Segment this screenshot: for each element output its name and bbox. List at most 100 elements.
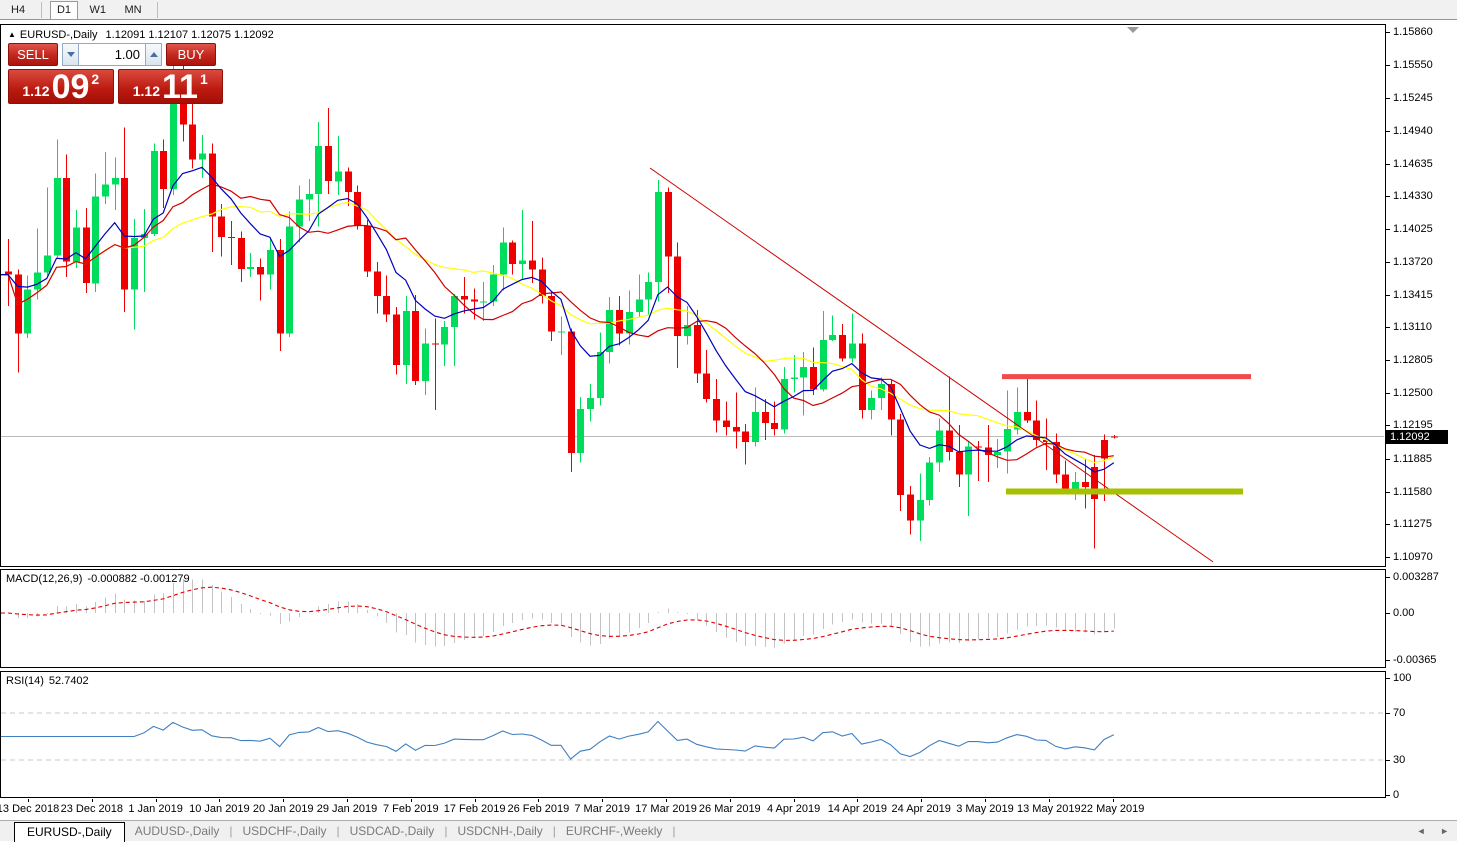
time-axis-tick <box>92 799 93 802</box>
timeframe-toolbar: H4 D1 W1 MN <box>0 0 1457 20</box>
timeframe-button-w1[interactable]: W1 <box>82 1 113 20</box>
rsi-label-row: RSI(14)52.7402 <box>6 675 89 687</box>
candle-body <box>1024 412 1031 421</box>
timeframe-button-h4[interactable]: H4 <box>4 1 32 20</box>
descending-trendline <box>650 168 1213 562</box>
sell-button[interactable]: SELL <box>8 43 58 66</box>
chart-tab-usdcnh-daily[interactable]: USDCNH-,Daily <box>447 821 552 841</box>
chart-tab-usdcad-daily[interactable]: USDCAD-,Daily <box>340 821 445 841</box>
axis-tick <box>1386 327 1390 328</box>
buy-button[interactable]: BUY <box>166 43 216 66</box>
candle-body <box>374 271 381 296</box>
time-axis-label: 4 Apr 2019 <box>767 803 820 815</box>
price-axis-label: 1.12500 <box>1393 387 1433 399</box>
candle-body <box>636 299 643 312</box>
chart-title: EURUSD-,Daily <box>20 29 98 41</box>
timeframe-button-mn[interactable]: MN <box>117 1 148 20</box>
candle-body <box>44 255 51 272</box>
rsi-pane-border <box>1 672 1386 798</box>
price-axis-label: 1.15550 <box>1393 59 1433 71</box>
chart-tabs: EURUSD-,DailyAUDUSD-,Daily|USDCHF-,Daily… <box>0 821 675 838</box>
macd-pane[interactable]: MACD(12,26,9)-0.000882 -0.001279 <box>0 569 1386 668</box>
candle-body <box>665 192 672 256</box>
chart-tab-bar: EURUSD-,DailyAUDUSD-,Daily|USDCHF-,Daily… <box>0 820 1457 841</box>
candle-body <box>674 256 681 335</box>
candle-body <box>247 267 254 269</box>
candle-body <box>112 178 119 184</box>
price-axis-label: 1.15860 <box>1393 26 1433 38</box>
volume-increase-button[interactable] <box>145 43 162 66</box>
time-axis-tick <box>538 799 539 802</box>
candle-body <box>509 242 516 264</box>
scroll-left-icon[interactable]: ◄ <box>1417 826 1426 836</box>
volume-control <box>62 43 162 66</box>
sell-price-pipette: 2 <box>91 70 99 86</box>
price-axis-label: 1.11885 <box>1393 453 1432 465</box>
time-axis-label: 7 Mar 2019 <box>574 803 630 815</box>
price-chart-canvas[interactable] <box>0 24 1386 567</box>
time-axis-label: 13 May 2019 <box>1017 803 1081 815</box>
timeframe-button-d1[interactable]: D1 <box>50 1 78 20</box>
candle-body <box>257 267 264 275</box>
time-axis-tick <box>283 799 284 802</box>
buy-price-quote[interactable]: 1.12111 <box>118 69 224 104</box>
volume-input[interactable] <box>79 43 145 66</box>
time-axis-tick <box>985 799 986 802</box>
rsi-chart-canvas[interactable] <box>0 671 1386 798</box>
candle-body <box>92 196 99 283</box>
axis-tick <box>1386 295 1390 296</box>
candle-body <box>34 273 41 290</box>
tab-scroll-arrows: ◄ ► <box>1405 826 1449 836</box>
candle-body <box>791 378 798 379</box>
candle-body <box>762 412 769 423</box>
time-axis-label: 10 Jan 2019 <box>189 803 250 815</box>
candle-body <box>1062 474 1069 490</box>
candle-body <box>480 302 487 303</box>
sell-price-quote[interactable]: 1.12092 <box>8 69 114 104</box>
rsi-pane[interactable]: RSI(14)52.7402 <box>0 671 1386 798</box>
chart-tab-eurchf-weekly[interactable]: EURCHF-,Weekly <box>556 821 672 841</box>
time-axis-tick <box>921 799 922 802</box>
price-pane[interactable]: ▲EURUSD-,Daily1.12091 1.12107 1.12075 1.… <box>0 24 1386 567</box>
candle-body <box>73 227 80 261</box>
candle-body <box>335 172 342 182</box>
price-pane-border <box>1 25 1386 567</box>
candle-body <box>723 421 730 427</box>
candle-body <box>897 420 904 495</box>
candle-body <box>422 343 429 381</box>
collapse-arrow-icon[interactable]: ▲ <box>8 30 16 39</box>
chart-tab-audusd-daily[interactable]: AUDUSD-,Daily <box>125 821 230 841</box>
scroll-right-icon[interactable]: ► <box>1440 826 1449 836</box>
candle-body <box>907 495 914 521</box>
candle-body <box>199 153 206 159</box>
candle-body <box>597 352 604 398</box>
chart-tab-eurusd-daily[interactable]: EURUSD-,Daily <box>14 822 125 842</box>
chart-shift-marker-icon <box>1127 27 1139 33</box>
price-axis-label: 1.10970 <box>1393 551 1433 563</box>
axis-tick <box>1386 760 1390 761</box>
axis-tick <box>1386 557 1390 558</box>
candle-body <box>1082 482 1089 487</box>
candle-body <box>102 185 109 197</box>
candle-body <box>839 335 846 359</box>
rsi-value: 52.7402 <box>49 675 89 687</box>
candle-body <box>655 192 662 282</box>
chevron-down-icon <box>67 52 75 57</box>
axis-tick <box>1386 524 1390 525</box>
chart-tab-usdchf-daily[interactable]: USDCHF-,Daily <box>233 821 337 841</box>
macd-chart-canvas[interactable] <box>0 569 1386 668</box>
candle-body <box>694 325 701 373</box>
time-axis[interactable]: 13 Dec 201823 Dec 20181 Jan 201910 Jan 2… <box>0 799 1386 818</box>
volume-decrease-button[interactable] <box>62 43 79 66</box>
chevron-up-icon <box>150 52 158 57</box>
candle-body <box>994 452 1001 455</box>
macd-label-row: MACD(12,26,9)-0.000882 -0.001279 <box>6 573 190 585</box>
time-axis-label: 29 Jan 2019 <box>317 803 378 815</box>
price-axis-label: 1.12195 <box>1393 419 1433 431</box>
rsi-axis-label: 0 <box>1393 789 1399 801</box>
axis-tick <box>1386 678 1390 679</box>
rsi-axis-label: 100 <box>1393 672 1411 684</box>
price-scale[interactable]: 1.12092 1.158601.155501.152451.149401.14… <box>1386 0 1457 820</box>
macd-indicator-label: MACD(12,26,9) <box>6 573 82 585</box>
time-axis-tick <box>1049 799 1050 802</box>
